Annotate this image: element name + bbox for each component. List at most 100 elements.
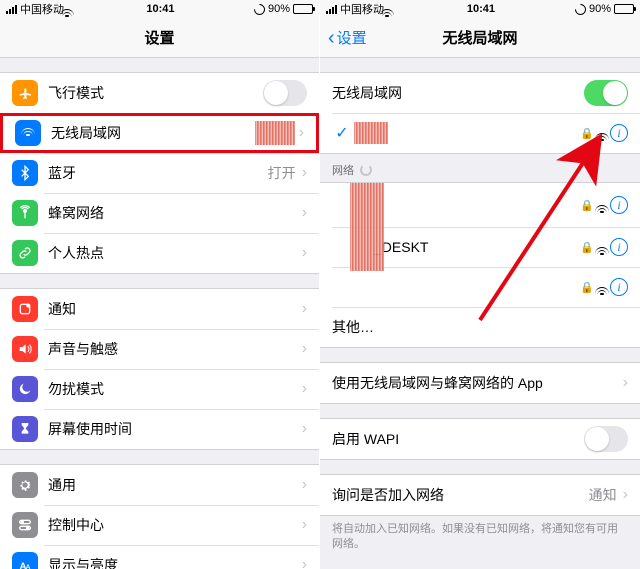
checkmark-icon: ✓ [332, 123, 352, 143]
signal-icon [326, 5, 337, 14]
chevron-right-icon: › [623, 486, 628, 504]
lock-icon: 🔒 [580, 241, 594, 254]
row-control-center[interactable]: 控制中心 › [0, 505, 319, 545]
ask-to-join-footer: 将自动加入已知网络。如果没有已知网络，将通知您有可用网络。 [320, 516, 640, 565]
lock-icon: 🔒 [580, 281, 594, 294]
row-network-3[interactable]: 🔒 i [320, 267, 640, 307]
chevron-right-icon: › [302, 300, 307, 318]
row-screentime[interactable]: 屏幕使用时间 › [0, 409, 319, 449]
row-enable-wapi[interactable]: 启用 WAPI [320, 419, 640, 459]
row-dnd[interactable]: 勿扰模式 › [0, 369, 319, 409]
redacted-wifi-name [255, 121, 295, 145]
chevron-right-icon: › [302, 516, 307, 534]
lock-icon: 🔒 [580, 127, 594, 140]
chevron-right-icon: › [302, 420, 307, 438]
wifi-toggle[interactable] [584, 80, 628, 106]
battery-pct-label: 90% [268, 3, 290, 15]
battery-icon [614, 4, 634, 14]
info-button[interactable]: i [610, 124, 628, 142]
chevron-right-icon: › [302, 556, 307, 569]
info-button[interactable]: i [610, 196, 628, 214]
row-wifi-toggle[interactable]: 无线局域网 [320, 73, 640, 113]
page-title: 设置 [144, 27, 174, 48]
chevron-right-icon: › [302, 244, 307, 262]
sync-icon [573, 1, 589, 17]
sync-icon [252, 1, 268, 17]
nav-bar: ‹ 设置 无线局域网 [320, 18, 640, 58]
row-sounds[interactable]: 声音与触感 › [0, 329, 319, 369]
row-label: 控制中心 [48, 515, 302, 535]
chevron-right-icon: › [302, 340, 307, 358]
row-label: 通用 [48, 475, 302, 495]
row-label: 飞行模式 [48, 83, 263, 103]
chevron-left-icon: ‹ [328, 28, 335, 48]
wifi-icon [15, 120, 41, 146]
row-value: 打开 [268, 163, 296, 183]
row-hotspot[interactable]: 个人热点 › [0, 233, 319, 273]
row-notifications[interactable]: 通知 › [0, 289, 319, 329]
wapi-toggle[interactable] [584, 426, 628, 452]
bluetooth-icon [12, 160, 38, 186]
battery-pct-label: 90% [589, 3, 611, 15]
svg-text:A: A [26, 564, 31, 569]
row-label: 无线局域网 [51, 123, 255, 143]
gear-icon [12, 472, 38, 498]
back-button[interactable]: ‹ 设置 [328, 27, 367, 48]
link-icon [12, 240, 38, 266]
wifi-screen: 中国移动 10:41 90% ‹ 设置 无线局域网 无线局域网 ✓ 🔒 [320, 0, 640, 569]
row-other-network[interactable]: 其他… [320, 307, 640, 347]
row-label: 其他… [332, 317, 628, 337]
page-title: 无线局域网 [442, 27, 517, 48]
row-apps-using-wlan[interactable]: 使用无线局域网与蜂窝网络的 App › [320, 363, 640, 403]
row-label: 个人热点 [48, 243, 302, 263]
row-label: 声音与触感 [48, 339, 302, 359]
row-general[interactable]: 通用 › [0, 465, 319, 505]
row-cellular[interactable]: 蜂窝网络 › [0, 193, 319, 233]
row-label: 蓝牙 [48, 163, 268, 183]
row-network-1[interactable]: 🔒 i [320, 183, 640, 227]
row-label: 通知 [48, 299, 302, 319]
clock-label: 10:41 [387, 3, 575, 15]
row-label: 显示与亮度 [48, 555, 302, 569]
chevron-right-icon: › [299, 124, 304, 142]
switches-icon [12, 512, 38, 538]
row-bluetooth[interactable]: 蓝牙 打开 › [0, 153, 319, 193]
row-label: 无线局域网 [332, 83, 584, 103]
text-size-icon: AA [12, 552, 38, 569]
chevron-right-icon: › [302, 380, 307, 398]
network-name-label: _DESKT [374, 239, 580, 255]
nav-bar: 设置 [0, 18, 319, 58]
hourglass-icon [12, 416, 38, 442]
antenna-icon [12, 200, 38, 226]
row-value: 通知 [589, 485, 617, 505]
chevron-right-icon: › [302, 164, 307, 182]
row-airplane-mode[interactable]: 飞行模式 [0, 73, 319, 113]
spinner-icon [360, 164, 372, 176]
carrier-label: 中国移动 [20, 1, 64, 17]
section-label: 网络 [332, 162, 354, 178]
networks-section-header: 网络 [320, 154, 640, 182]
settings-screen: 中国移动 10:41 90% 设置 飞行模式 无线局域网 › [0, 0, 320, 569]
moon-icon [12, 376, 38, 402]
signal-icon [6, 5, 17, 14]
lock-icon: 🔒 [580, 199, 594, 212]
notification-icon [12, 296, 38, 322]
status-bar: 中国移动 10:41 90% [320, 0, 640, 18]
clock-label: 10:41 [67, 3, 254, 15]
chevron-right-icon: › [302, 204, 307, 222]
row-label: 勿扰模式 [48, 379, 302, 399]
carrier-label: 中国移动 [340, 1, 384, 17]
airplane-toggle[interactable] [263, 80, 307, 106]
chevron-right-icon: › [302, 476, 307, 494]
battery-icon [293, 4, 313, 14]
row-connected-network[interactable]: ✓ 🔒 i [320, 113, 640, 153]
status-bar: 中国移动 10:41 90% [0, 0, 319, 18]
back-label: 设置 [337, 27, 367, 48]
redacted-network-name [354, 122, 388, 144]
info-button[interactable]: i [610, 278, 628, 296]
row-display[interactable]: AA 显示与亮度 › [0, 545, 319, 569]
speaker-icon [12, 336, 38, 362]
row-ask-to-join[interactable]: 询问是否加入网络 通知 › [320, 475, 640, 515]
row-wifi[interactable]: 无线局域网 › [0, 113, 319, 153]
info-button[interactable]: i [610, 238, 628, 256]
